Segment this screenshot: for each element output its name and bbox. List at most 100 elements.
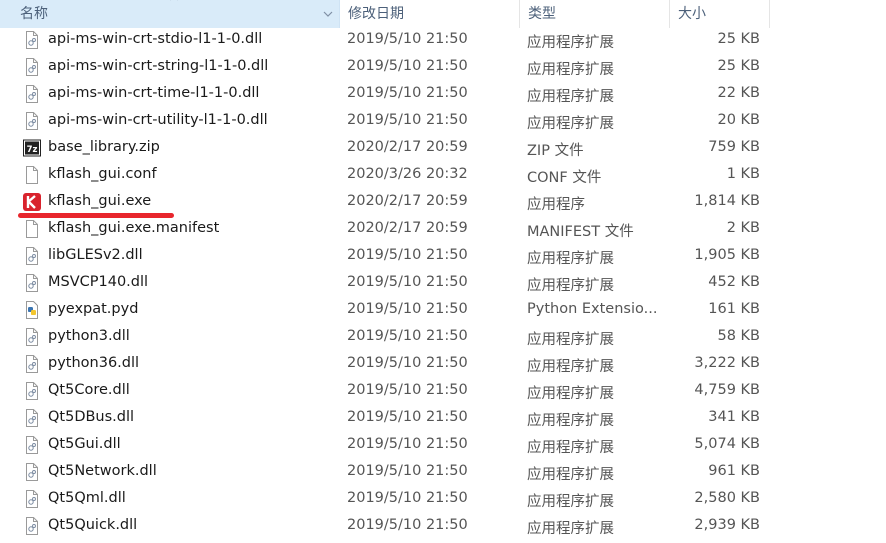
file-row[interactable]: Qt5Gui.dll 2019/5/10 21:50 应用程序扩展 5,074 KB: [0, 432, 886, 459]
file-type: 应用程序扩展: [527, 251, 614, 267]
file-row[interactable]: Qt5Network.dll 2019/5/10 21:50 应用程序扩展 961 K…: [0, 459, 886, 486]
chevron-down-icon[interactable]: [322, 8, 334, 20]
dll-file-icon: [23, 435, 41, 455]
file-size: 22 KB: [717, 85, 760, 101]
dll-file-icon: [23, 516, 41, 536]
file-size: 759 KB: [708, 139, 760, 155]
file-type: 应用程序扩展: [527, 359, 614, 375]
file-row[interactable]: api-ms-win-crt-time-l1-1-0.dll 2019/5/10 …: [0, 81, 886, 108]
dll-file-icon: [23, 30, 41, 50]
file-date: 2020/2/17 20:59: [347, 220, 468, 236]
file-size: 2 KB: [726, 220, 760, 236]
file-name: Qt5Network.dll: [48, 463, 157, 479]
dll-file-icon: [23, 354, 41, 374]
file-name: Qt5Qml.dll: [48, 490, 126, 506]
kflash-app-icon: [23, 192, 41, 212]
file-name: api-ms-win-crt-time-l1-1-0.dll: [48, 85, 260, 101]
blank-file-icon: [23, 219, 41, 239]
file-size: 1 KB: [726, 166, 760, 182]
column-header-date-label: 修改日期: [348, 6, 404, 22]
file-date: 2019/5/10 21:50: [347, 112, 468, 128]
file-size: 1,905 KB: [694, 247, 760, 263]
file-type: 应用程序扩展: [527, 521, 614, 537]
dll-file-icon: [23, 246, 41, 266]
file-size: 1,814 KB: [694, 193, 760, 209]
file-type: 应用程序扩展: [527, 467, 614, 483]
file-size: 2,580 KB: [694, 490, 760, 506]
file-name: kflash_gui.exe: [48, 193, 152, 209]
file-type: 应用程序扩展: [527, 413, 614, 429]
dll-file-icon: [23, 84, 41, 104]
file-name: Qt5Quick.dll: [48, 517, 138, 533]
file-type: MANIFEST 文件: [527, 224, 634, 240]
file-size: 2,939 KB: [694, 517, 760, 533]
file-row[interactable]: kflash_gui.exe 2020/2/17 20:59 应用程序 1,814 K…: [0, 189, 886, 216]
file-name: python36.dll: [48, 355, 140, 371]
column-header-bar: 名称 修改日期 类型 大小: [0, 0, 886, 28]
file-row[interactable]: kflash_gui.conf 2020/3/26 20:32 CONF 文件 1 K…: [0, 162, 886, 189]
file-name: Qt5Core.dll: [48, 382, 130, 398]
file-row[interactable]: MSVCP140.dll 2019/5/10 21:50 应用程序扩展 452 KB: [0, 270, 886, 297]
dll-file-icon: [23, 111, 41, 131]
file-size: 3,222 KB: [694, 355, 760, 371]
file-type: 应用程序扩展: [527, 494, 614, 510]
file-row[interactable]: libGLESv2.dll 2019/5/10 21:50 应用程序扩展 1,905 …: [0, 243, 886, 270]
file-row[interactable]: kflash_gui.exe.manifest 2020/2/17 20:59 MA…: [0, 216, 886, 243]
svg-text:7z: 7z: [27, 145, 38, 155]
file-date: 2019/5/10 21:50: [347, 301, 468, 317]
file-row[interactable]: Qt5Qml.dll 2019/5/10 21:50 应用程序扩展 2,580 KB: [0, 486, 886, 513]
file-name: kflash_gui.exe.manifest: [48, 220, 220, 236]
file-date: 2020/2/17 20:59: [347, 139, 468, 155]
column-header-size[interactable]: 大小: [670, 0, 770, 28]
column-header-type[interactable]: 类型: [520, 0, 670, 28]
file-row[interactable]: api-ms-win-crt-stdio-l1-1-0.dll 2019/5/10…: [0, 27, 886, 54]
dll-file-icon: [23, 462, 41, 482]
file-size: 961 KB: [708, 463, 760, 479]
file-name: Qt5DBus.dll: [48, 409, 135, 425]
highlight-underline: [18, 213, 174, 218]
file-date: 2019/5/10 21:50: [347, 409, 468, 425]
file-row[interactable]: Qt5Core.dll 2019/5/10 21:50 应用程序扩展 4,759 KB: [0, 378, 886, 405]
file-date: 2019/5/10 21:50: [347, 463, 468, 479]
sort-ascending-icon: [170, 0, 178, 1]
file-size: 452 KB: [708, 274, 760, 290]
file-date: 2019/5/10 21:50: [347, 490, 468, 506]
file-size: 161 KB: [708, 301, 760, 317]
file-row[interactable]: pyexpat.pyd 2019/5/10 21:50 Python Extensi…: [0, 297, 886, 324]
file-row[interactable]: python36.dll 2019/5/10 21:50 应用程序扩展 3,222 K…: [0, 351, 886, 378]
file-name: api-ms-win-crt-string-l1-1-0.dll: [48, 58, 269, 74]
column-header-name-label: 名称: [20, 6, 48, 22]
file-row[interactable]: 7z base_library.zip 2020/2/17 20:59 ZIP 文件 7…: [0, 135, 886, 162]
file-type: 应用程序扩展: [527, 440, 614, 456]
file-date: 2019/5/10 21:50: [347, 85, 468, 101]
file-size: 20 KB: [717, 112, 760, 128]
file-date: 2019/5/10 21:50: [347, 328, 468, 344]
file-date: 2020/2/17 20:59: [347, 193, 468, 209]
file-row[interactable]: api-ms-win-crt-string-l1-1-0.dll 2019/5/1…: [0, 54, 886, 81]
file-row[interactable]: python3.dll 2019/5/10 21:50 应用程序扩展 58 KB: [0, 324, 886, 351]
file-row[interactable]: Qt5DBus.dll 2019/5/10 21:50 应用程序扩展 341 KB: [0, 405, 886, 432]
file-size: 341 KB: [708, 409, 760, 425]
file-name: base_library.zip: [48, 139, 160, 155]
file-row[interactable]: api-ms-win-crt-utility-l1-1-0.dll 2019/5/…: [0, 108, 886, 135]
file-type: 应用程序: [527, 197, 585, 213]
column-header-name[interactable]: 名称: [0, 0, 340, 28]
file-size: 58 KB: [717, 328, 760, 344]
file-date: 2019/5/10 21:50: [347, 247, 468, 263]
blank-file-icon: [23, 165, 41, 185]
dll-file-icon: [23, 327, 41, 347]
file-type: 应用程序扩展: [527, 332, 614, 348]
file-type: CONF 文件: [527, 170, 602, 186]
column-header-date[interactable]: 修改日期: [340, 0, 520, 28]
file-size: 25 KB: [717, 31, 760, 47]
python-file-icon: [23, 300, 41, 320]
file-row[interactable]: Qt5Quick.dll 2019/5/10 21:50 应用程序扩展 2,939 K…: [0, 513, 886, 540]
file-date: 2019/5/10 21:50: [347, 355, 468, 371]
column-header-type-label: 类型: [528, 6, 556, 22]
file-date: 2020/3/26 20:32: [347, 166, 468, 182]
file-name: MSVCP140.dll: [48, 274, 149, 290]
file-date: 2019/5/10 21:50: [347, 274, 468, 290]
file-size: 25 KB: [717, 58, 760, 74]
file-name: libGLESv2.dll: [48, 247, 143, 263]
file-size: 5,074 KB: [694, 436, 760, 452]
